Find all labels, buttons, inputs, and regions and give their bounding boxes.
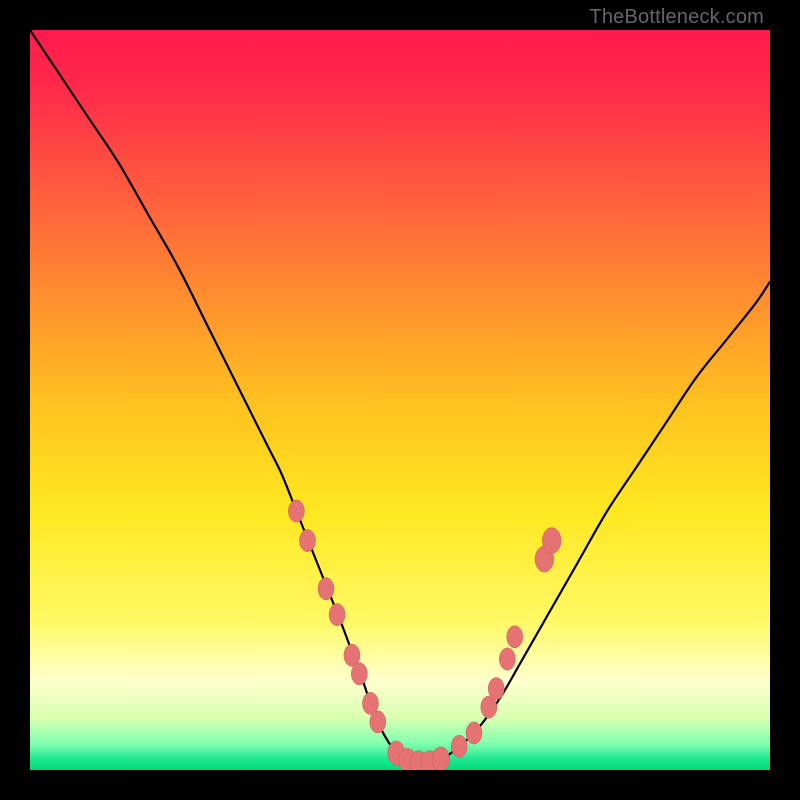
chart-canvas (30, 30, 770, 770)
outer-frame: TheBottleneck.com (0, 0, 800, 800)
markers-group (288, 500, 561, 770)
bottleneck-curve (30, 30, 770, 763)
data-marker (432, 747, 449, 770)
watermark-label: TheBottleneck.com (589, 6, 764, 29)
data-marker (370, 711, 386, 733)
data-marker (351, 663, 367, 685)
data-marker (300, 530, 316, 552)
data-marker (499, 648, 515, 670)
plot-area (30, 30, 770, 770)
data-marker (466, 722, 482, 744)
data-marker (488, 678, 504, 700)
data-marker (451, 735, 467, 757)
data-marker (329, 604, 345, 626)
data-marker (318, 578, 334, 600)
data-marker (542, 528, 561, 554)
data-marker (288, 500, 304, 522)
data-marker (507, 626, 523, 648)
